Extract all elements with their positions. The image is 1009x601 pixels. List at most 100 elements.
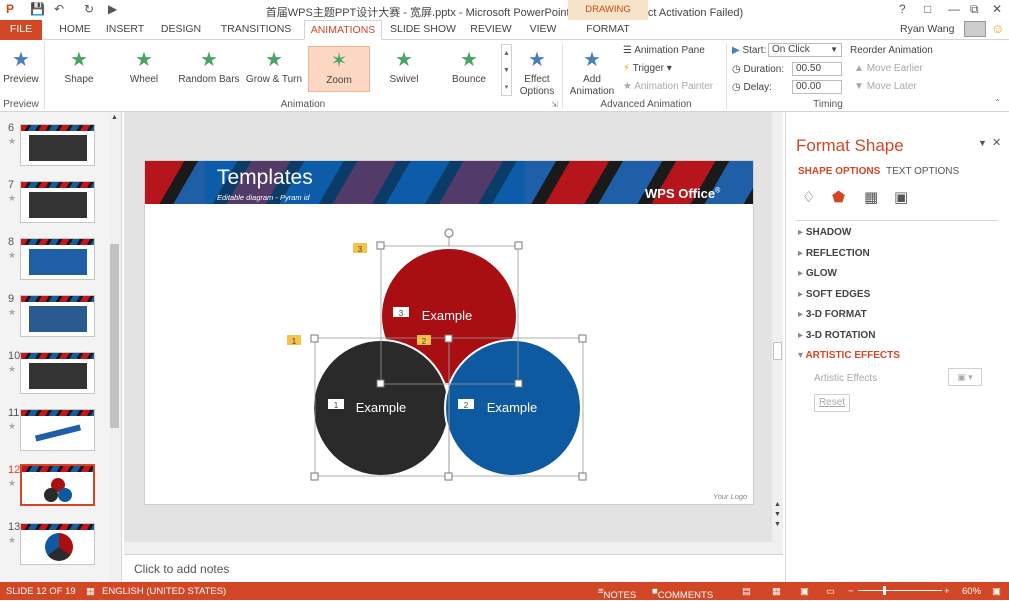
tab-format[interactable]: FORMAT (576, 20, 640, 40)
effect-options-button[interactable]: ★ Effect Options (514, 46, 560, 97)
animation-zoom[interactable]: ✶ Zoom (308, 46, 370, 92)
tab-file[interactable]: FILE (0, 20, 42, 40)
reading-view-icon[interactable]: ▣ (800, 586, 809, 597)
resize-handle[interactable] (310, 334, 319, 343)
resize-handle[interactable] (376, 379, 385, 388)
animation-painter-button[interactable]: ★ Animation Painter (623, 81, 713, 92)
slide-thumb-11[interactable] (20, 409, 95, 451)
move-later-button[interactable]: ▼ Move Later (854, 81, 917, 92)
language-indicator[interactable]: ENGLISH (UNITED STATES) (102, 586, 226, 597)
zoom-in-icon[interactable]: + (944, 586, 950, 597)
notes-pane[interactable]: Click to add notes (124, 554, 783, 582)
animation-bounce[interactable]: ★ Bounce (438, 46, 500, 92)
tab-home[interactable]: HOME (52, 20, 98, 40)
tab-animations[interactable]: ANIMATIONS (304, 20, 382, 40)
avatar[interactable] (964, 21, 986, 37)
resize-handle[interactable] (444, 472, 453, 481)
resize-handle[interactable] (578, 334, 587, 343)
preview-button[interactable]: ★ Preview (0, 46, 42, 92)
delay-input[interactable]: 00.00 (792, 80, 842, 94)
scroll-up-icon[interactable]: ▲ (110, 114, 119, 124)
slide-sorter-icon[interactable]: ▦ (772, 586, 781, 597)
animation-random-bars[interactable]: ★ Random Bars (178, 46, 240, 92)
help-icon[interactable]: ? (899, 2, 906, 16)
artistic-effects-dropdown[interactable]: ▣ ▾ (948, 368, 982, 386)
add-animation-button[interactable]: ★ Add Animation (566, 46, 618, 97)
pane-close-icon[interactable]: ✕ (992, 136, 1001, 149)
editor-scroll-thumb[interactable] (773, 342, 782, 360)
section-artistic-effects[interactable]: ▾ ARTISTIC EFFECTS (798, 350, 900, 361)
section-3d-format[interactable]: ▸ 3-D FORMAT (798, 309, 867, 320)
editor-hscrollbar[interactable] (124, 542, 772, 554)
animation-swivel[interactable]: ★ Swivel (373, 46, 435, 92)
notes-placeholder[interactable]: Click to add notes (134, 562, 229, 576)
collapse-ribbon-icon[interactable]: ⌃ (994, 98, 1001, 107)
gallery-scroll[interactable]: ▲ ▼ ▾ (501, 44, 512, 96)
section-glow[interactable]: ▸ GLOW (798, 268, 837, 279)
fill-line-icon[interactable]: ♢ (802, 188, 815, 206)
tab-view[interactable]: VIEW (524, 20, 562, 40)
tab-design[interactable]: DESIGN (156, 20, 206, 40)
tab-transitions[interactable]: TRANSITIONS (218, 20, 294, 40)
comments-button[interactable]: ■ COMMENTS (652, 586, 713, 601)
restore-icon[interactable]: ⧉ (970, 2, 979, 17)
thumbnails-scrollbar[interactable]: ▲ (109, 114, 120, 582)
minimize-icon[interactable]: — (948, 2, 960, 16)
spellcheck-icon[interactable]: ▦ (86, 586, 95, 597)
slide-counter[interactable]: SLIDE 12 OF 19 (6, 586, 76, 597)
duration-input[interactable]: 00.50 (792, 62, 842, 76)
smiley-feedback-icon[interactable]: ☺ (991, 21, 1004, 36)
picture-icon[interactable]: ▣ (894, 188, 908, 206)
animation-shape[interactable]: ★ Shape (48, 46, 110, 92)
notes-button[interactable]: ≡ NOTES (598, 586, 636, 601)
resize-handle[interactable] (444, 334, 453, 343)
move-earlier-button[interactable]: ▲ Move Earlier (854, 63, 923, 74)
scroll-thumb[interactable] (110, 244, 119, 428)
pane-options-icon[interactable]: ▼ (978, 138, 987, 148)
user-name[interactable]: Ryan Wang (900, 23, 954, 35)
prev-next-slide-icons[interactable]: ▲ ▼ ▼ (773, 500, 782, 530)
slide-thumb-10[interactable] (20, 352, 95, 394)
resize-handle[interactable] (514, 241, 523, 250)
tab-slide-show[interactable]: SLIDE SHOW (390, 20, 456, 40)
reset-button[interactable]: Reset (814, 394, 850, 412)
normal-view-icon[interactable]: ▤ (742, 586, 751, 597)
zoom-slider-thumb[interactable] (883, 586, 886, 595)
ribbon-display-icon[interactable]: □ (924, 2, 931, 16)
zoom-out-icon[interactable]: − (848, 586, 854, 597)
slide-thumb-7[interactable] (20, 181, 95, 223)
zoom-level[interactable]: 60% (962, 586, 981, 597)
close-icon[interactable]: ✕ (992, 2, 1002, 16)
resize-handle[interactable] (310, 472, 319, 481)
tab-shape-options[interactable]: SHAPE OPTIONS (798, 166, 880, 177)
slide-thumb-12[interactable] (20, 464, 95, 506)
resize-handle[interactable] (514, 379, 523, 388)
slide-thumb-9[interactable] (20, 295, 95, 337)
slide-thumb-6[interactable] (20, 124, 95, 166)
slideshow-view-icon[interactable]: ▭ (826, 586, 835, 597)
fit-slide-icon[interactable]: ▣ (992, 586, 1001, 597)
rotate-handle-icon[interactable] (444, 228, 454, 238)
dialog-launcher-icon[interactable]: ⇲ (551, 100, 558, 109)
animation-grow-turn[interactable]: ★ Grow & Turn (243, 46, 305, 92)
effects-pentagon-icon[interactable]: ⬟ (832, 188, 845, 206)
tab-review[interactable]: REVIEW (466, 20, 516, 40)
animation-pane-button[interactable]: ☰ Animation Pane (623, 45, 705, 56)
animation-wheel[interactable]: ★ Wheel (113, 46, 175, 92)
slide-thumb-13[interactable] (20, 523, 95, 565)
zoom-slider-track[interactable] (858, 590, 942, 591)
tab-text-options[interactable]: TEXT OPTIONS (886, 166, 959, 177)
slide-canvas[interactable]: Templates Editable diagram - Pyram id WP… (144, 160, 754, 505)
resize-handle[interactable] (578, 472, 587, 481)
resize-handle[interactable] (376, 241, 385, 250)
section-reflection[interactable]: ▸ REFLECTION (798, 248, 870, 259)
trigger-button[interactable]: ⚡ Trigger ▾ (623, 63, 672, 74)
size-properties-icon[interactable]: ▦ (864, 188, 878, 206)
section-shadow[interactable]: ▸ SHADOW (798, 227, 851, 238)
start-dropdown[interactable]: On Click ▼ (768, 43, 842, 57)
slide-thumb-8[interactable] (20, 238, 95, 280)
section-soft-edges[interactable]: ▸ SOFT EDGES (798, 289, 870, 300)
editor-scrollbar[interactable]: ▲ ▼ ▼ (772, 112, 783, 554)
tab-insert[interactable]: INSERT (102, 20, 148, 40)
section-3d-rotation[interactable]: ▸ 3-D ROTATION (798, 330, 875, 341)
